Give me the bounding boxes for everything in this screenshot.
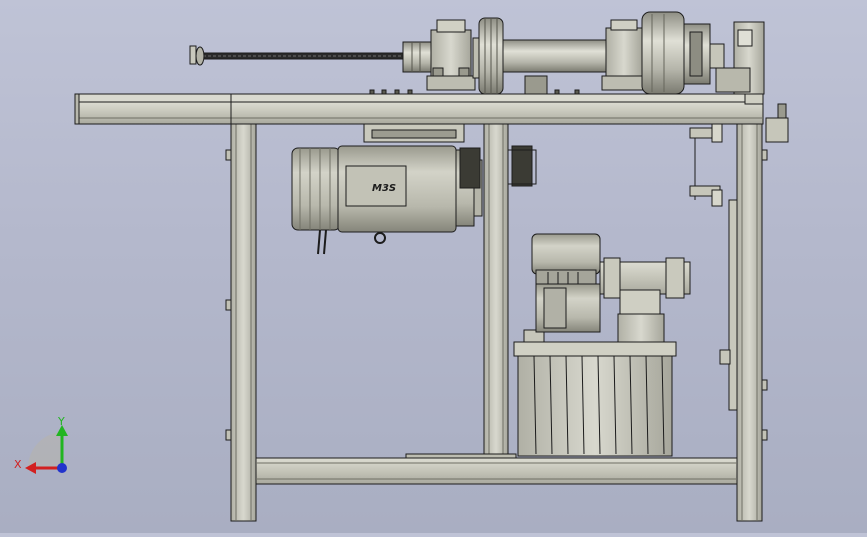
drive-shaft	[189, 41, 434, 73]
table-top	[74, 93, 764, 125]
brake-coupling	[641, 11, 711, 95]
model-view[interactable]: M3S X Y	[0, 0, 867, 533]
bottom-beam	[255, 457, 738, 485]
motor-badge: M3S	[372, 183, 396, 194]
triad-plane-icon	[27, 432, 63, 468]
right-leg	[736, 117, 763, 522]
bearing-right	[601, 19, 649, 91]
z-axis-icon	[57, 463, 67, 473]
sheave	[472, 17, 504, 95]
floor-plate	[405, 453, 517, 459]
y-axis-label: Y	[57, 415, 65, 428]
middle-leg	[483, 117, 509, 459]
left-leg	[230, 117, 257, 522]
end-bracket	[709, 21, 765, 105]
beam-bolts	[369, 89, 580, 95]
bearing-left	[426, 19, 476, 91]
winch-drum	[502, 39, 608, 95]
cad-viewport[interactable]: M3S X Y	[0, 0, 867, 533]
coordinate-triad[interactable]: X Y	[14, 415, 68, 474]
hydraulic-unit	[513, 233, 691, 457]
x-axis-label: X	[14, 458, 22, 471]
